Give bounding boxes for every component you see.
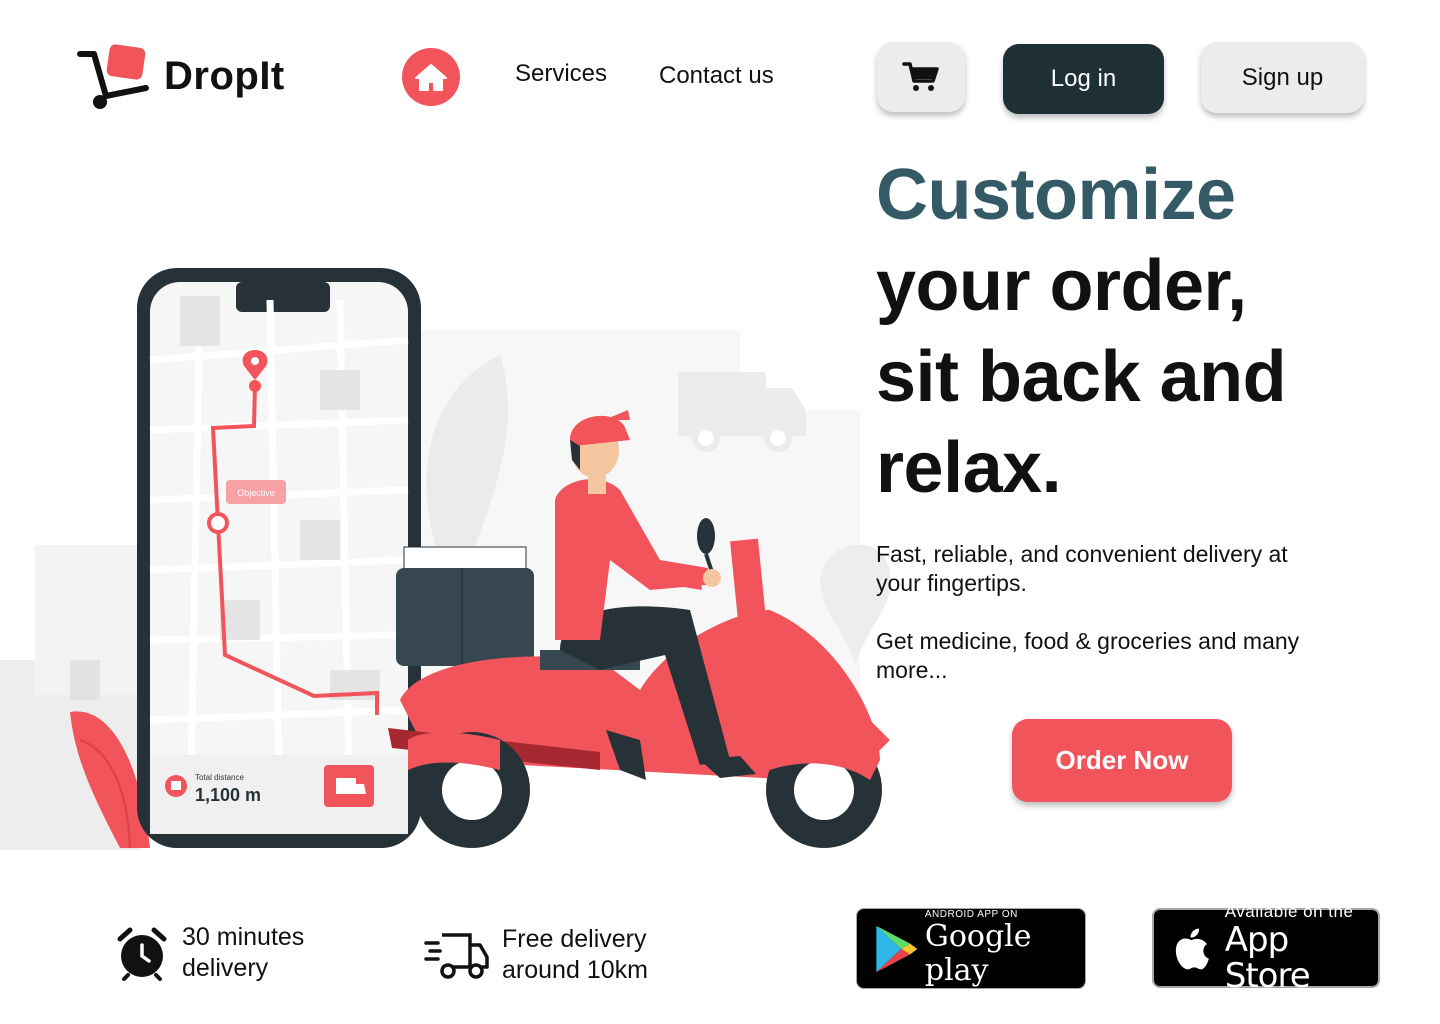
delivery-illustration: Objective Total distance 1,100 m <box>0 268 891 850</box>
brand-name: DropIt <box>164 53 285 98</box>
home-button[interactable] <box>402 48 460 106</box>
cart-icon <box>902 62 939 91</box>
headline-line-3: sit back and <box>876 337 1287 417</box>
headline-line-1: Customize <box>876 155 1236 235</box>
signup-button[interactable]: Sign up <box>1201 42 1364 113</box>
hero-subtitle-1: Fast, reliable, and convenient delivery … <box>876 541 1288 596</box>
hero-subtitle-2: Get medicine, food & groceries and many … <box>876 628 1300 683</box>
brand-logo[interactable]: DropIt <box>76 40 285 112</box>
app-store-badge[interactable]: Available on the App Store <box>1152 902 1380 994</box>
hero-headline: Customize your order, sit back and relax… <box>876 150 1376 514</box>
google-play-big-text: Google play <box>924 919 1032 988</box>
headline-line-4: relax. <box>876 428 1062 508</box>
order-now-button[interactable]: Order Now <box>1012 719 1232 802</box>
landing-page: DropIt Services Contact us Log in Sign u… <box>0 0 1440 1024</box>
nav-services[interactable]: Services <box>515 60 607 88</box>
hand-truck-logo-icon <box>77 44 149 109</box>
delivery-truck-icon <box>424 933 489 979</box>
alarm-clock-icon <box>117 927 167 981</box>
home-icon <box>415 64 447 91</box>
feature-1-line-1: 30 minutes <box>182 923 305 951</box>
google-play-badge[interactable]: ANDROID APP ON Google play <box>856 908 1086 989</box>
feature-2-line-2: around 10km <box>502 956 648 984</box>
google-play-icon <box>876 925 918 972</box>
login-button[interactable]: Log in <box>1003 44 1164 114</box>
distance-value: 1,100 m <box>195 785 261 805</box>
headline-line-2: your order, <box>876 246 1247 326</box>
app-store-big-text: App Store <box>1224 920 1311 996</box>
cart-button[interactable] <box>877 42 965 112</box>
feature-free-delivery: Free delivery around 10km <box>424 924 648 986</box>
feature-30-min-delivery: 30 minutes delivery <box>114 922 304 984</box>
feature-1-line-2: delivery <box>182 954 269 982</box>
nav-contact-us[interactable]: Contact us <box>659 62 774 90</box>
map-pin-label: Objective <box>237 488 275 498</box>
distance-label: Total distance <box>195 773 244 782</box>
app-store-small-text: Available on the <box>1224 902 1354 921</box>
feature-2-line-1: Free delivery <box>502 925 647 953</box>
apple-icon <box>1175 928 1209 970</box>
